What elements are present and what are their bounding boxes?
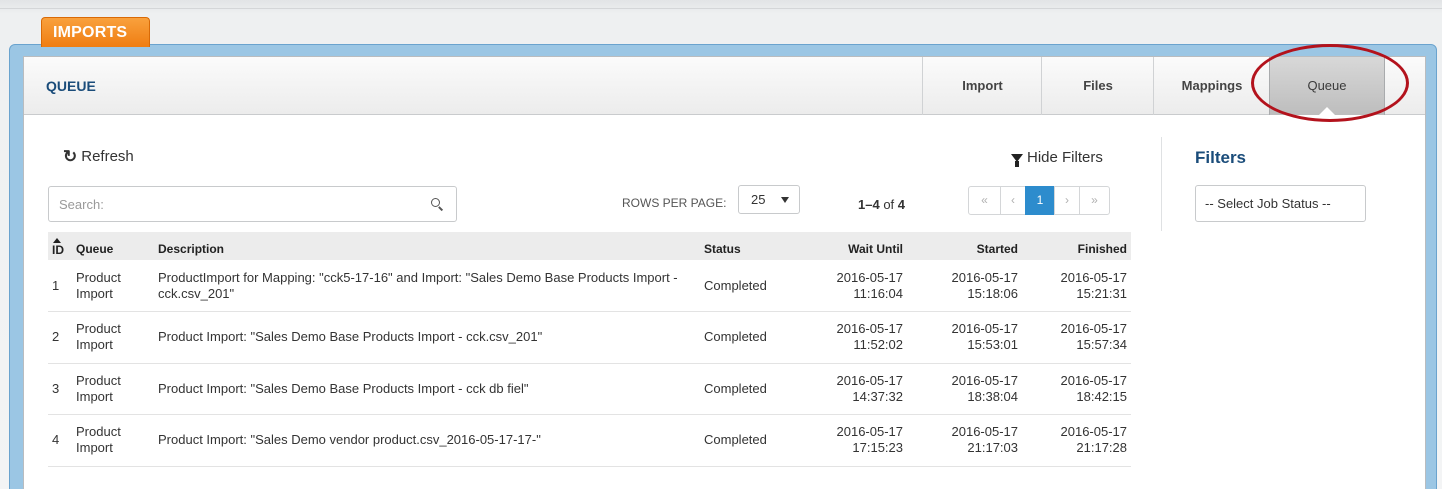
cell-status: Completed <box>700 260 792 312</box>
range-of: of <box>883 197 895 212</box>
cell-queue: Product Import <box>72 363 154 415</box>
cell-id: 3 <box>48 363 72 415</box>
panel-header: QUEUE Import Files Mappings Queue <box>24 57 1425 116</box>
table-header-row: ID Queue Description Status Wait Until S… <box>48 232 1131 260</box>
filters-title: Filters <box>1195 148 1247 167</box>
column-header-wait-until[interactable]: Wait Until <box>792 232 907 260</box>
column-header-status[interactable]: Status <box>700 232 792 260</box>
cell-status: Completed <box>700 414 792 467</box>
filters-divider <box>1161 137 1162 231</box>
rows-per-page-select[interactable]: 25 <box>738 185 800 214</box>
cell-queue: Product Import <box>72 260 154 312</box>
tab-import[interactable]: Import <box>922 57 1042 115</box>
filter-icon <box>1011 153 1023 167</box>
column-header-finished[interactable]: Finished <box>1022 232 1131 260</box>
job-status-select[interactable]: -- Select Job Status -- <box>1195 185 1366 222</box>
rows-per-page-value: 25 <box>751 192 766 207</box>
column-header-started[interactable]: Started <box>907 232 1022 260</box>
next-page-button[interactable]: › <box>1054 186 1080 215</box>
rows-per-page-label: ROWS PER PAGE: <box>622 196 727 210</box>
cell-status: Completed <box>700 363 792 415</box>
cell-started: 2016-05-17 15:53:01 <box>907 311 1022 364</box>
cell-id: 1 <box>48 260 72 312</box>
search-icon[interactable] <box>431 198 442 209</box>
top-border <box>0 8 1442 9</box>
caret-down-icon <box>781 197 789 203</box>
cell-id: 2 <box>48 311 72 364</box>
range-text: 1–4 <box>858 197 880 212</box>
active-tab-notch <box>1318 107 1336 116</box>
cell-finished: 2016-05-17 15:21:31 <box>1022 260 1131 312</box>
prev-page-button[interactable]: ‹ <box>1000 186 1026 215</box>
refresh-icon: ↻ <box>63 147 78 166</box>
cell-queue: Product Import <box>72 311 154 364</box>
cell-wait-until: 2016-05-17 11:16:04 <box>792 260 907 312</box>
cell-wait-until: 2016-05-17 17:15:23 <box>792 414 907 467</box>
cell-description: Product Import: "Sales Demo Base Product… <box>154 363 700 415</box>
hide-filters-label: Hide Filters <box>1027 149 1103 166</box>
queue-table: ID Queue Description Status Wait Until S… <box>48 232 1131 467</box>
last-page-button[interactable]: » <box>1079 186 1110 215</box>
table-row[interactable]: 2 Product Import Product Import: "Sales D… <box>48 311 1131 364</box>
column-header-id[interactable]: ID <box>48 232 72 260</box>
pagination: « ‹ 1 › » <box>968 186 1110 215</box>
tab-files[interactable]: Files <box>1041 57 1154 115</box>
cell-finished: 2016-05-17 15:57:34 <box>1022 311 1131 364</box>
page-title: QUEUE <box>46 78 96 94</box>
cell-started: 2016-05-17 15:18:06 <box>907 260 1022 312</box>
cell-finished: 2016-05-17 21:17:28 <box>1022 414 1131 467</box>
cell-finished: 2016-05-17 18:42:15 <box>1022 363 1131 415</box>
cell-wait-until: 2016-05-17 11:52:02 <box>792 311 907 364</box>
column-header-description[interactable]: Description <box>154 232 700 260</box>
cell-queue: Product Import <box>72 414 154 467</box>
cell-description: Product Import: "Sales Demo vendor produ… <box>154 414 700 467</box>
hide-filters-button[interactable]: Hide Filters <box>1011 149 1103 167</box>
cell-id: 4 <box>48 414 72 467</box>
tab-queue-label: Queue <box>1307 78 1347 93</box>
tab-mappings[interactable]: Mappings <box>1153 57 1270 115</box>
cell-status: Completed <box>700 311 792 364</box>
search-box[interactable] <box>48 186 457 222</box>
table-row[interactable]: 3 Product Import Product Import: "Sales D… <box>48 363 1131 415</box>
first-page-button[interactable]: « <box>968 186 1001 215</box>
range-info: 1–4 of 4 <box>858 197 905 212</box>
column-header-queue[interactable]: Queue <box>72 232 154 260</box>
refresh-button[interactable]: ↻ Refresh <box>63 148 134 165</box>
imports-tab[interactable]: IMPORTS <box>41 17 150 47</box>
range-total: 4 <box>897 197 906 212</box>
cell-description: ProductImport for Mapping: "cck5-17-16" … <box>154 260 700 312</box>
tab-queue[interactable]: Queue <box>1269 57 1385 116</box>
page-1-button[interactable]: 1 <box>1025 186 1055 215</box>
refresh-label: Refresh <box>81 148 134 165</box>
table-row[interactable]: 1 Product Import ProductImport for Mappin… <box>48 260 1131 312</box>
search-input[interactable] <box>59 187 419 221</box>
table-row[interactable]: 4 Product Import Product Import: "Sales D… <box>48 414 1131 467</box>
cell-started: 2016-05-17 18:38:04 <box>907 363 1022 415</box>
cell-started: 2016-05-17 21:17:03 <box>907 414 1022 467</box>
cell-description: Product Import: "Sales Demo Base Product… <box>154 311 700 364</box>
cell-wait-until: 2016-05-17 14:37:32 <box>792 363 907 415</box>
